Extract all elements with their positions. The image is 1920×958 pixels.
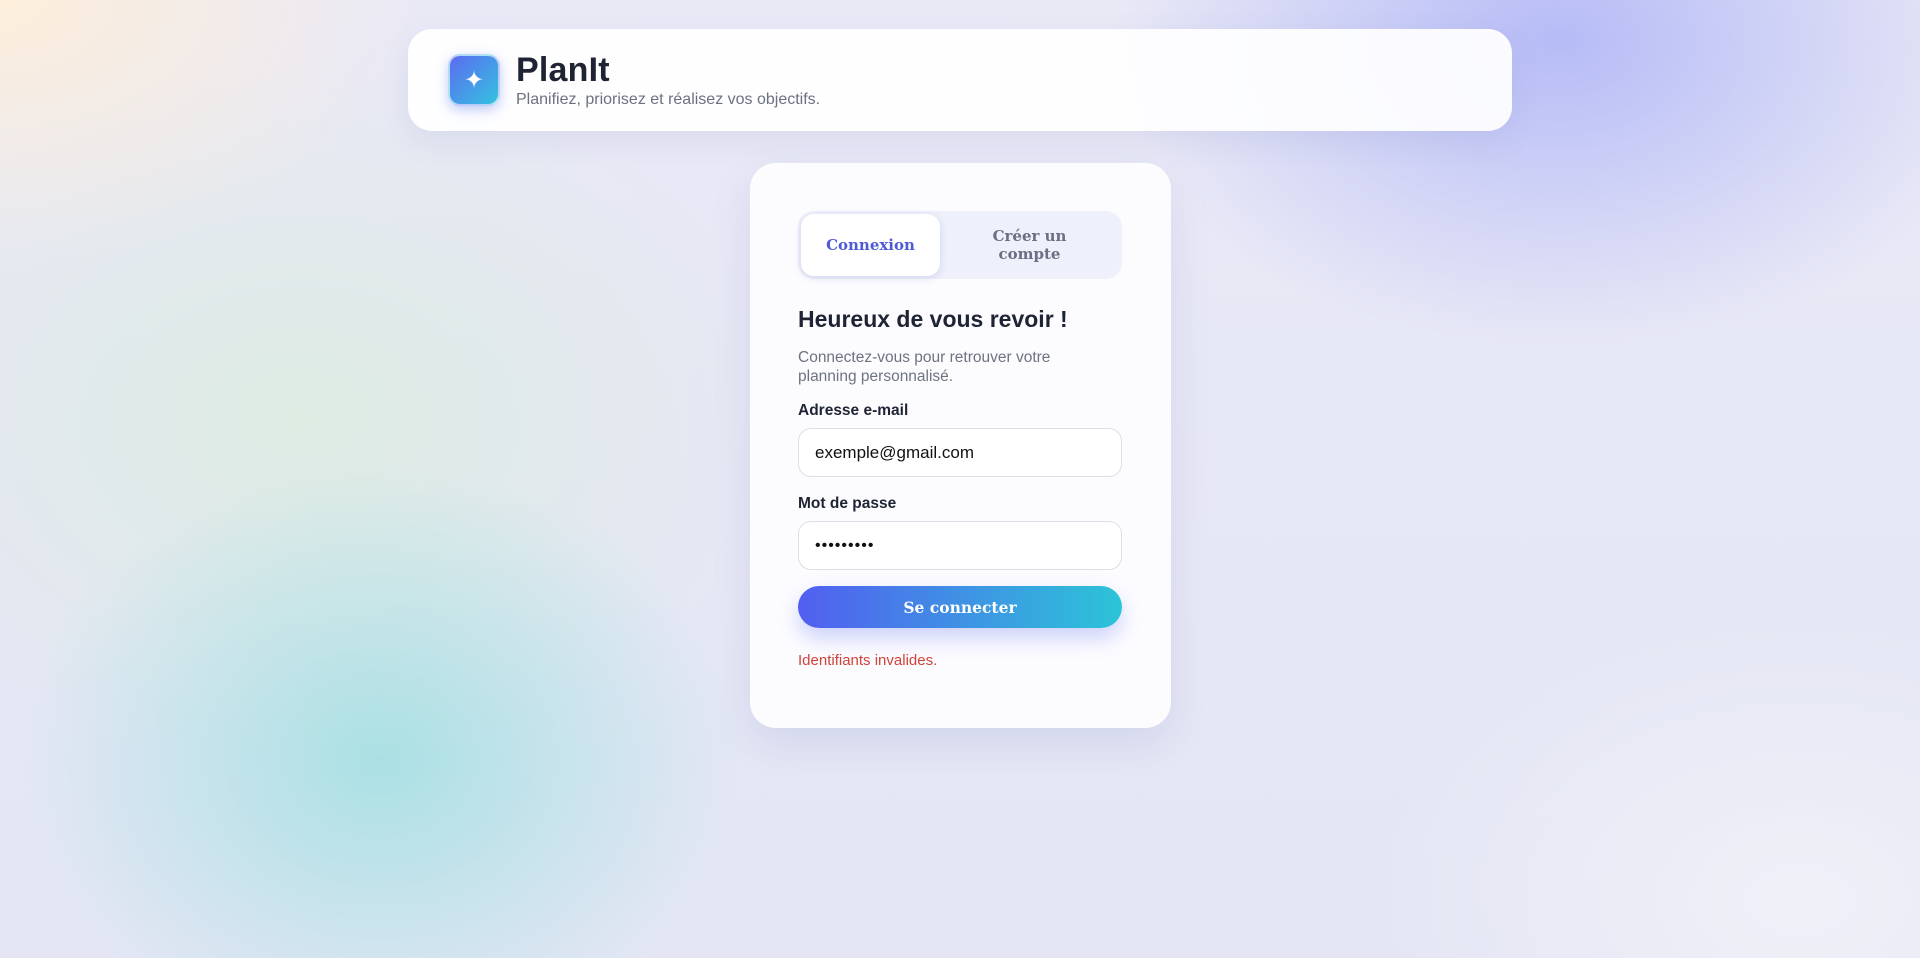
- password-value: •••••••••: [815, 536, 875, 554]
- tab-create-account[interactable]: Créer un compte: [940, 214, 1119, 276]
- app-header: ✦ PlanIt Planifiez, priorisez et réalise…: [408, 29, 1512, 131]
- email-label: Adresse e-mail: [798, 402, 909, 419]
- app-name: PlanIt: [516, 51, 610, 89]
- login-subtitle: Connectez-vous pour retrouver votre plan…: [798, 349, 1051, 385]
- brand: PlanIt Planifiez, priorisez et réalisez …: [516, 51, 820, 109]
- email-field[interactable]: exemple@gmail.com: [798, 428, 1122, 477]
- login-card: Connexion Créer un compte Heureux de vou…: [750, 163, 1171, 728]
- tab-connexion[interactable]: Connexion: [801, 214, 940, 276]
- email-value: exemple@gmail.com: [815, 442, 974, 462]
- sparkle-icon: ✦: [448, 54, 500, 106]
- password-field[interactable]: •••••••••: [798, 521, 1122, 570]
- auth-tabs: Connexion Créer un compte: [798, 211, 1122, 279]
- password-label: Mot de passe: [798, 495, 897, 512]
- login-title: Heureux de vous revoir !: [798, 306, 1068, 332]
- error-message: Identifiants invalides.: [798, 652, 938, 669]
- app-tagline: Planifiez, priorisez et réalisez vos obj…: [516, 91, 821, 108]
- login-button[interactable]: Se connecter: [798, 586, 1122, 628]
